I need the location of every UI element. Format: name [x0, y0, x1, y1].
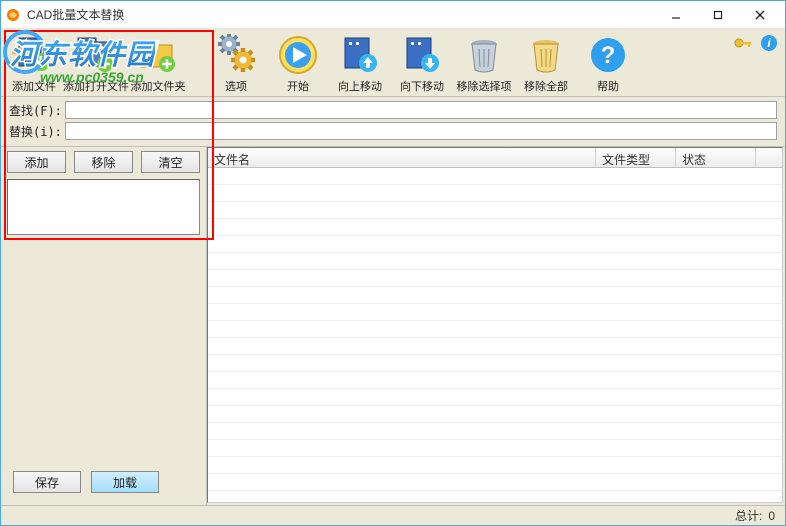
window-title: CAD批量文本替换	[27, 6, 655, 23]
status-total-value: 0	[768, 509, 775, 523]
minimize-button[interactable]	[655, 4, 697, 26]
toolbar-move-up[interactable]: 向上移动	[331, 32, 389, 94]
gear-icon	[215, 34, 257, 76]
grid-body[interactable]	[208, 168, 782, 502]
toolbar-label: 移除选择项	[457, 78, 512, 94]
left-pane: 添加 移除 清空 保存 加载	[1, 147, 207, 505]
move-up-icon	[339, 34, 381, 76]
replace-row: 替换(i):	[9, 122, 777, 140]
grid-header: 文件名 文件类型 状态	[208, 148, 782, 168]
add-open-file-icon	[75, 34, 117, 76]
toolbar-remove-all[interactable]: 移除全部	[517, 32, 575, 94]
trash-icon	[463, 34, 505, 76]
toolbar-label: 移除全部	[524, 78, 568, 94]
toolbar-right: i	[733, 33, 779, 53]
toolbar-label: 添加文件	[12, 78, 56, 94]
maximize-button[interactable]	[697, 4, 739, 26]
table-row	[208, 168, 782, 185]
load-button[interactable]: 加载	[91, 471, 159, 493]
info-icon[interactable]: i	[759, 33, 779, 53]
app-icon	[5, 7, 21, 23]
svg-text:?: ?	[601, 42, 616, 69]
add-button[interactable]: 添加	[7, 151, 66, 173]
app-window: CAD批量文本替换 添加文件 添加打开文件 添加文件夹 选项 开始	[0, 0, 786, 526]
replace-input[interactable]	[65, 122, 777, 140]
toolbar-label: 选项	[225, 78, 247, 94]
remove-button[interactable]: 移除	[74, 151, 133, 173]
add-folder-icon	[137, 34, 179, 76]
toolbar-move-down[interactable]: 向下移动	[393, 32, 451, 94]
toolbar-label: 开始	[287, 78, 309, 94]
find-label: 查找(F):	[9, 102, 63, 119]
close-button[interactable]	[739, 4, 781, 26]
replace-label: 替换(i):	[9, 123, 63, 140]
find-row: 查找(F):	[9, 101, 777, 119]
toolbar-help[interactable]: ? 帮助	[579, 32, 637, 94]
replace-list-buttons: 添加 移除 清空	[7, 151, 200, 173]
key-icon[interactable]	[733, 33, 753, 53]
toolbar-add-open-file[interactable]: 添加打开文件	[67, 32, 125, 94]
save-button[interactable]: 保存	[13, 471, 81, 493]
toolbar-label: 帮助	[597, 78, 619, 94]
move-down-icon	[401, 34, 443, 76]
toolbar-add-file[interactable]: 添加文件	[5, 32, 63, 94]
window-buttons	[655, 4, 781, 26]
add-file-icon	[13, 34, 55, 76]
statusbar: 总计: 0	[1, 505, 785, 525]
help-icon: ?	[587, 34, 629, 76]
col-filename[interactable]: 文件名	[208, 148, 596, 167]
toolbar-remove-selected[interactable]: 移除选择项	[455, 32, 513, 94]
search-area: 查找(F): 替换(i):	[1, 97, 785, 147]
toolbar-options[interactable]: 选项	[207, 32, 265, 94]
toolbar-label: 添加打开文件	[63, 78, 129, 94]
file-list-pane: 文件名 文件类型 状态	[207, 147, 783, 503]
toolbar-label: 向下移动	[400, 78, 444, 94]
col-filetype[interactable]: 文件类型	[596, 148, 676, 167]
toolbar-label: 向上移动	[338, 78, 382, 94]
titlebar: CAD批量文本替换	[1, 1, 785, 29]
toolbar-start[interactable]: 开始	[269, 32, 327, 94]
save-load-row: 保存 加载	[7, 467, 200, 501]
play-icon	[277, 34, 319, 76]
col-status[interactable]: 状态	[676, 148, 756, 167]
toolbar-add-folder[interactable]: 添加文件夹	[129, 32, 187, 94]
find-input[interactable]	[65, 101, 777, 119]
toolbar: 添加文件 添加打开文件 添加文件夹 选项 开始 向上移动 向下移动	[1, 29, 785, 97]
clear-button[interactable]: 清空	[141, 151, 200, 173]
status-total-label: 总计:	[735, 507, 762, 524]
replace-listbox[interactable]	[7, 179, 200, 235]
body-area: 添加 移除 清空 保存 加载 文件名 文件类型 状态	[1, 147, 785, 505]
toolbar-label: 添加文件夹	[131, 78, 186, 94]
trash-gold-icon	[525, 34, 567, 76]
